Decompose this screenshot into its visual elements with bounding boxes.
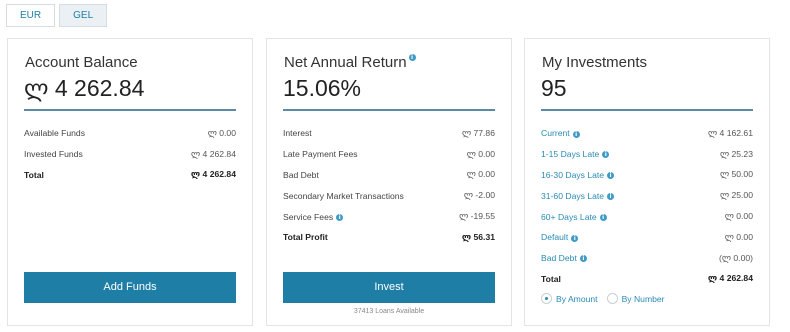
info-icon[interactable]: i xyxy=(602,151,610,159)
row-default[interactable]: Default i ლ 0.00 xyxy=(541,227,753,248)
row-label: Bad Debt xyxy=(541,253,577,264)
row-value: ლ 0.00 xyxy=(724,231,753,242)
info-icon[interactable]: i xyxy=(579,255,587,263)
row-label: Current xyxy=(541,128,570,139)
row-label-wrap: Current i xyxy=(541,128,580,138)
row-total: Total ლ 4 262.84 xyxy=(541,269,753,290)
invest-button[interactable]: Invest xyxy=(283,272,495,303)
divider xyxy=(24,109,236,111)
radio-selected-icon[interactable] xyxy=(541,293,552,304)
row-value: ლ 4 262.84 xyxy=(190,169,236,180)
row-total: Total ლ 4 262.84 xyxy=(24,165,236,186)
row-label: 1-15 Days Late xyxy=(541,149,600,160)
row-value: ლ 25.23 xyxy=(719,148,753,159)
row-label: Bad Debt xyxy=(283,169,319,180)
row-value: ლ -19.55 xyxy=(459,211,495,222)
info-icon[interactable]: i xyxy=(607,172,615,180)
row-bad-debt[interactable]: Bad Debt i (ლ 0.00) xyxy=(541,248,753,269)
row-label: Interest xyxy=(283,128,312,139)
currency-tabs: EUR GEL xyxy=(6,4,108,27)
radio-unselected-icon[interactable] xyxy=(606,293,618,304)
row-1-15-days-late[interactable]: 1-15 Days Late i ლ 25.23 xyxy=(541,144,753,165)
tab-eur[interactable]: EUR xyxy=(6,4,56,27)
row-label: 16-30 Days Late xyxy=(541,169,605,180)
row-31-60-days-late[interactable]: 31-60 Days Late i ლ 25.00 xyxy=(541,185,753,206)
row-label-wrap: 1-15 Days Late i xyxy=(541,149,610,160)
amount-number-toggle: By Amount By Number xyxy=(541,293,665,304)
row-value: ლ 4 262.84 xyxy=(191,148,236,159)
row-bad-debt: Bad Debt ლ 0.00 xyxy=(283,165,495,186)
row-invested-funds: Invested Funds ლ 4 262.84 xyxy=(24,144,236,165)
row-label-wrap: 31-60 Days Late i xyxy=(541,190,615,201)
radio-label: By Amount xyxy=(556,293,598,304)
info-icon[interactable]: i xyxy=(571,234,579,242)
net-annual-return-card: Net Annual Return i 15.06% Interest ლ 77.… xyxy=(266,38,512,326)
net-annual-return-title: Net Annual Return xyxy=(284,54,407,71)
row-label: 31-60 Days Late xyxy=(541,190,605,201)
row-value: ლ 0.00 xyxy=(466,169,495,180)
row-label: Total xyxy=(541,273,561,284)
row-value: ლ 50.00 xyxy=(719,169,753,180)
info-icon[interactable]: i xyxy=(336,213,344,221)
radio-label: By Number xyxy=(621,293,665,304)
my-investments-card: My Investments 95 Current i ლ 4 162.61 1-… xyxy=(524,38,770,326)
loans-available-note: 37413 Loans Available xyxy=(353,308,425,315)
row-label-wrap: 16-30 Days Late i xyxy=(541,169,615,180)
my-investments-rows: Current i ლ 4 162.61 1-15 Days Late i ლ 25… xyxy=(541,123,753,289)
row-value: ლ 0.00 xyxy=(466,148,495,159)
row-value: ლ 25.00 xyxy=(719,190,753,201)
row-label: 60+ Days Late xyxy=(541,211,597,222)
divider xyxy=(283,109,495,111)
row-available-funds: Available Funds ლ 0.00 xyxy=(24,123,236,144)
row-label: Invested Funds xyxy=(24,149,83,160)
info-icon[interactable]: i xyxy=(408,53,416,61)
row-secondary-market: Secondary Market Transactions ლ -2.00 xyxy=(283,185,495,206)
row-service-fees: Service Fees i ლ -19.55 xyxy=(283,206,495,227)
row-60-plus-days-late[interactable]: 60+ Days Late i ლ 0.00 xyxy=(541,206,753,227)
net-annual-return-rows: Interest ლ 77.86 Late Payment Fees ლ 0.0… xyxy=(283,123,495,248)
row-late-payment-fees: Late Payment Fees ლ 0.00 xyxy=(283,144,495,165)
row-value: (ლ 0.00) xyxy=(719,252,753,263)
radio-by-amount[interactable]: By Amount xyxy=(541,293,598,304)
row-16-30-days-late[interactable]: 16-30 Days Late i ლ 50.00 xyxy=(541,165,753,186)
row-label: Available Funds xyxy=(24,128,85,139)
row-label-wrap: Service Fees i xyxy=(283,211,344,222)
row-value: ლ 0.00 xyxy=(207,127,236,138)
row-label-wrap: 60+ Days Late i xyxy=(541,212,607,222)
row-label-wrap: Default i xyxy=(541,232,579,243)
row-label: Total xyxy=(24,169,44,180)
info-icon[interactable]: i xyxy=(599,213,607,221)
my-investments-value: 95 xyxy=(541,75,567,101)
row-label: Total Profit xyxy=(283,232,328,243)
row-label: Default xyxy=(541,232,569,243)
row-interest: Interest ლ 77.86 xyxy=(283,123,495,144)
row-total-profit: Total Profit ლ 56.31 xyxy=(283,227,495,248)
net-annual-return-value: 15.06% xyxy=(283,75,362,101)
row-label-wrap: Bad Debt i xyxy=(541,253,587,263)
divider xyxy=(541,109,753,111)
row-label: Late Payment Fees xyxy=(283,149,358,160)
row-value: ლ 4 262.84 xyxy=(707,273,753,284)
tab-gel[interactable]: GEL xyxy=(59,4,108,27)
account-balance-title: Account Balance xyxy=(25,54,138,71)
row-value: ლ 56.31 xyxy=(461,231,495,242)
account-balance-rows: Available Funds ლ 0.00 Invested Funds ლ … xyxy=(24,123,236,185)
radio-by-number[interactable]: By Number xyxy=(606,293,665,304)
row-label: Secondary Market Transactions xyxy=(283,190,404,201)
row-label: Service Fees xyxy=(283,211,334,222)
account-balance-value: ლ 4 262.84 xyxy=(24,75,145,101)
info-icon[interactable]: i xyxy=(572,130,580,138)
info-icon[interactable]: i xyxy=(607,193,615,201)
add-funds-button[interactable]: Add Funds xyxy=(24,272,236,303)
row-value: ლ 4 162.61 xyxy=(708,127,753,138)
account-balance-card: Account Balance ლ 4 262.84 Available Fun… xyxy=(7,38,253,326)
row-current[interactable]: Current i ლ 4 162.61 xyxy=(541,123,753,144)
row-value: ლ 77.86 xyxy=(461,127,495,138)
my-investments-title: My Investments xyxy=(542,54,648,71)
row-value: ლ 0.00 xyxy=(724,211,753,222)
net-annual-return-title-wrap: Net Annual Return i xyxy=(284,53,416,71)
row-value: ლ -2.00 xyxy=(463,190,495,201)
